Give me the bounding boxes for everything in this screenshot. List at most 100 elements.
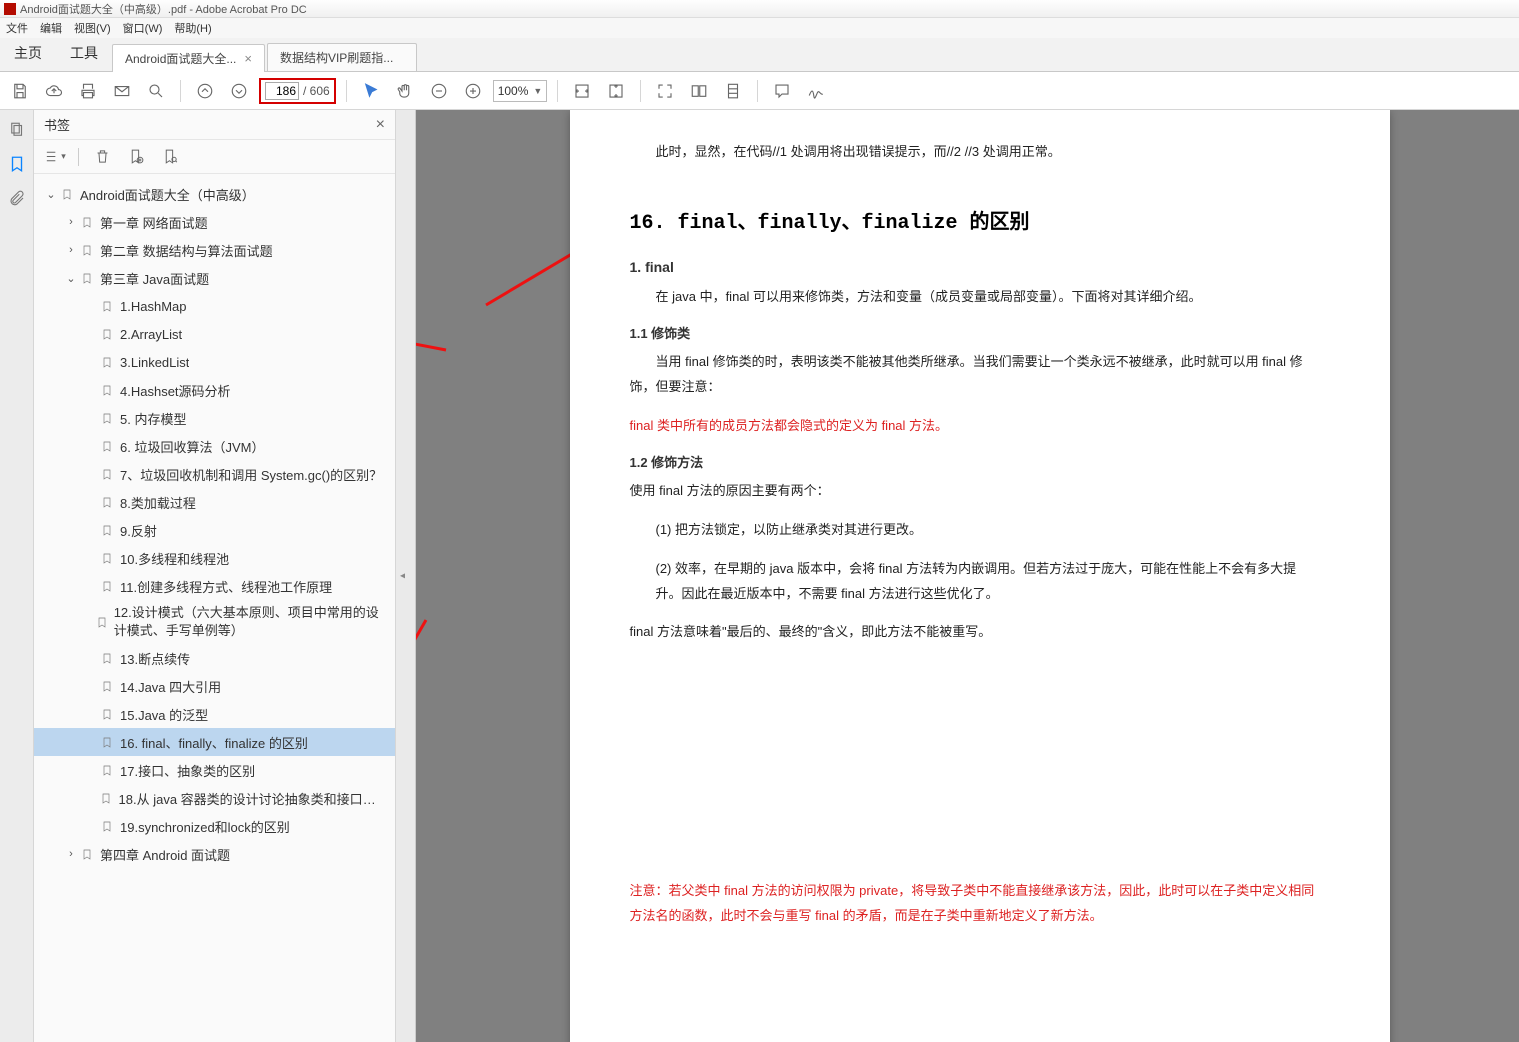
- doc-tab-1[interactable]: Android面试题大全... ×: [112, 44, 265, 72]
- zoom-select[interactable]: 100% ▼: [493, 80, 548, 102]
- menu-view[interactable]: 视图(V): [74, 20, 111, 36]
- tree-ch2[interactable]: › 第二章 数据结构与算法面试题: [34, 236, 395, 264]
- bookmark-icon: [80, 270, 94, 286]
- page-viewport[interactable]: 此时，显然，在代码//1 处调用将出现错误提示，而//2 //3 处调用正常。 …: [416, 110, 1513, 1042]
- comment-icon[interactable]: [768, 77, 796, 105]
- annotation-arrow-3: [416, 610, 436, 753]
- bm-new-icon[interactable]: [125, 146, 147, 168]
- bookmark-icon: [100, 578, 114, 594]
- tree-ch3-15[interactable]: 15.Java 的泛型: [34, 700, 395, 728]
- bookmark-icon: [100, 354, 114, 370]
- tab-tools[interactable]: 工具: [56, 35, 112, 71]
- tree-ch3-12[interactable]: 12.设计模式（六大基本原则、项目中常用的设计模式、手写单例等）: [34, 600, 395, 644]
- bookmark-icon: [100, 326, 114, 342]
- tree-ch3-2[interactable]: 2.ArrayList: [34, 320, 395, 348]
- bookmark-icon: [60, 186, 74, 202]
- annotation-arrow-1: [416, 300, 456, 363]
- tree-ch3-9[interactable]: 9.反射: [34, 516, 395, 544]
- tree-ch3-5[interactable]: 5. 内存模型: [34, 404, 395, 432]
- toolbar: / 606 100% ▼: [0, 72, 1519, 110]
- menu-help[interactable]: 帮助(H): [174, 20, 211, 36]
- tree-ch3-4[interactable]: 4.Hashset源码分析: [34, 376, 395, 404]
- bookmark-icon: [100, 678, 114, 694]
- bookmark-icon: [99, 790, 112, 806]
- tree-ch3[interactable]: ⌄ 第三章 Java面试题: [34, 264, 395, 292]
- search-icon[interactable]: [142, 77, 170, 105]
- read-mode-icon[interactable]: [685, 77, 713, 105]
- doc-p6: (2) 效率，在早期的 java 版本中，会将 final 方法转为内嵌调用。但…: [656, 557, 1320, 606]
- sign-icon[interactable]: [802, 77, 830, 105]
- tree-ch3-7[interactable]: 7、垃圾回收机制和调用 System.gc()的区别？: [34, 460, 395, 488]
- print-icon[interactable]: [74, 77, 102, 105]
- doc-h5-11: 1.1 修饰类: [630, 323, 1320, 342]
- doc-p5: (1) 把方法锁定，以防止继承类对其进行更改。: [656, 518, 1320, 543]
- page-down-icon[interactable]: [225, 77, 253, 105]
- tree-ch3-13[interactable]: 13.断点续传: [34, 644, 395, 672]
- doc-tab-2[interactable]: 数据结构VIP刷题指...: [267, 43, 417, 71]
- tree-ch3-3[interactable]: 3.LinkedList: [34, 348, 395, 376]
- expand-icon[interactable]: ›: [64, 847, 78, 861]
- bookmark-icon: [100, 438, 114, 454]
- left-rail: [0, 110, 34, 1042]
- tree-ch3-14[interactable]: 14.Java 四大引用: [34, 672, 395, 700]
- tree-ch3-19[interactable]: 19.synchronized和lock的区别: [34, 812, 395, 840]
- expand-icon[interactable]: ⌄: [44, 187, 58, 201]
- zoom-value: 100%: [498, 84, 529, 98]
- bm-delete-icon[interactable]: [91, 146, 113, 168]
- bookmark-icon: [100, 734, 114, 750]
- tree-ch3-8[interactable]: 8.类加载过程: [34, 488, 395, 516]
- bookmarks-icon[interactable]: [7, 154, 27, 174]
- thumbnails-icon[interactable]: [7, 120, 27, 140]
- tree-ch3-17[interactable]: 17.接口、抽象类的区别: [34, 756, 395, 784]
- tree-ch4[interactable]: › 第四章 Android 面试题: [34, 840, 395, 868]
- menu-window[interactable]: 窗口(W): [123, 20, 163, 36]
- doc-tab-1-label: Android面试题大全...: [125, 50, 236, 67]
- fullscreen-icon[interactable]: [651, 77, 679, 105]
- doc-tab-2-label: 数据结构VIP刷题指...: [280, 49, 393, 66]
- zoom-in-icon[interactable]: [459, 77, 487, 105]
- doc-p8: 注意：若父类中 final 方法的访问权限为 private，将导致子类中不能直…: [630, 879, 1320, 928]
- tab-home[interactable]: 主页: [0, 35, 56, 71]
- page-up-icon[interactable]: [191, 77, 219, 105]
- bookmark-tree: ⌄ Android面试题大全（中高级） › 第一章 网络面试题 › 第二章 数据…: [34, 174, 395, 1042]
- expand-icon[interactable]: ›: [64, 215, 78, 229]
- bookmark-icon: [96, 614, 108, 630]
- doc-p2: 当用 final 修饰类的时，表明该类不能被其他类所继承。当我们需要让一个类永远…: [630, 350, 1320, 399]
- tree-ch3-16[interactable]: 16. final、finally、finalize 的区别: [34, 728, 395, 756]
- close-icon[interactable]: ×: [244, 51, 252, 66]
- bm-options-icon[interactable]: ▾: [44, 146, 66, 168]
- panel-collapse-gutter[interactable]: ◂: [396, 110, 416, 1042]
- title-bar: Android面试题大全（中高级）.pdf - Adobe Acrobat Pr…: [0, 0, 1519, 18]
- fit-page-icon[interactable]: [602, 77, 630, 105]
- tree-ch3-18[interactable]: 18.从 java 容器类的设计讨论抽象类和接口的应用: [34, 784, 395, 812]
- hand-tool-icon[interactable]: [391, 77, 419, 105]
- page-current-input[interactable]: [265, 82, 299, 100]
- bm-search-icon[interactable]: [159, 146, 181, 168]
- expand-icon[interactable]: ⌄: [64, 271, 78, 285]
- tree-ch3-11[interactable]: 11.创建多线程方式、线程池工作原理: [34, 572, 395, 600]
- tree-ch3-10[interactable]: 10.多线程和线程池: [34, 544, 395, 572]
- mail-icon[interactable]: [108, 77, 136, 105]
- bookmark-icon: [100, 410, 114, 426]
- tree-ch3-1[interactable]: 1.HashMap: [34, 292, 395, 320]
- menu-edit[interactable]: 编辑: [40, 20, 62, 36]
- zoom-out-icon[interactable]: [425, 77, 453, 105]
- tree-root[interactable]: ⌄ Android面试题大全（中高级）: [34, 180, 395, 208]
- bookmark-icon: [100, 494, 114, 510]
- fit-width-icon[interactable]: [568, 77, 596, 105]
- doc-heading: 16. final、finally、finalize 的区别: [630, 205, 1320, 235]
- doc-p7: final 方法意味着"最后的、最终的"含义，即此方法不能被重写。: [630, 620, 1320, 645]
- menu-bar: 文件 编辑 视图(V) 窗口(W) 帮助(H): [0, 18, 1519, 38]
- attachments-icon[interactable]: [7, 188, 27, 208]
- tree-ch3-6[interactable]: 6. 垃圾回收算法（JVM）: [34, 432, 395, 460]
- pdf-page: 此时，显然，在代码//1 处调用将出现错误提示，而//2 //3 处调用正常。 …: [570, 110, 1390, 1042]
- select-tool-icon[interactable]: [357, 77, 385, 105]
- scroll-mode-icon[interactable]: [719, 77, 747, 105]
- panel-close-icon[interactable]: ×: [376, 116, 385, 134]
- menu-file[interactable]: 文件: [6, 20, 28, 36]
- tree-ch1[interactable]: › 第一章 网络面试题: [34, 208, 395, 236]
- expand-icon[interactable]: ›: [64, 243, 78, 257]
- app-icon: [4, 3, 16, 15]
- cloud-icon[interactable]: [40, 77, 68, 105]
- save-icon[interactable]: [6, 77, 34, 105]
